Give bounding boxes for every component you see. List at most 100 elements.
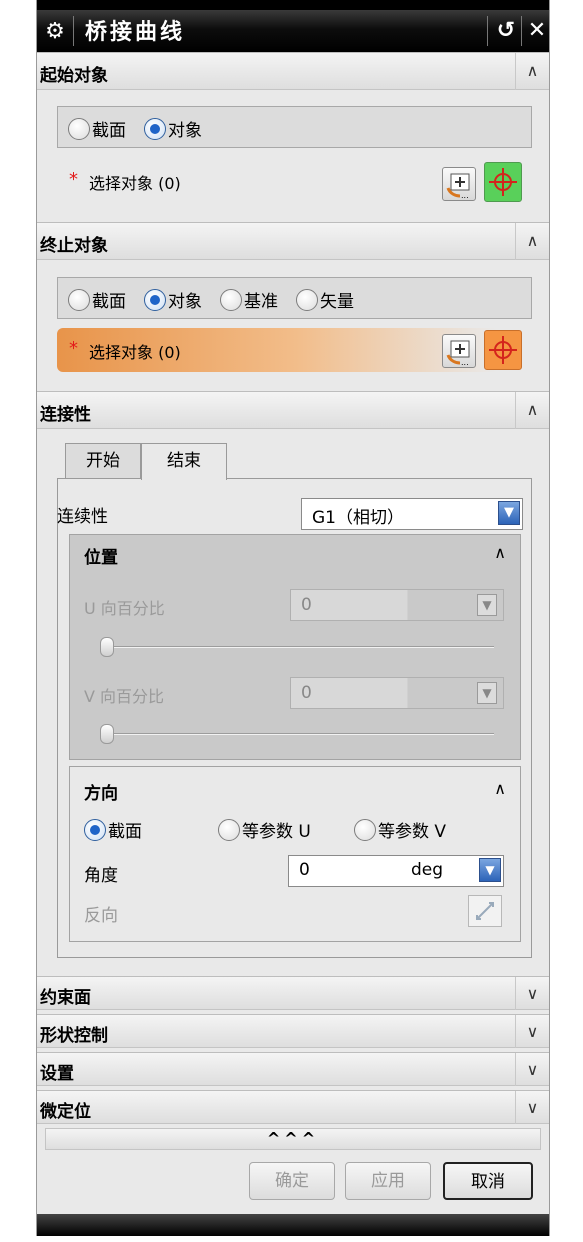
start-type-radio-group: 截面 对象 — [57, 106, 532, 148]
u-percent-field[interactable]: 0 ▼ — [290, 589, 504, 621]
point-dialog-icon[interactable]: ... — [442, 167, 476, 201]
u-percent-value: 0 — [301, 595, 312, 615]
end-select-object-row[interactable]: * 选择对象 (0) ... — [57, 328, 535, 372]
u-slider-track[interactable] — [100, 646, 494, 648]
direction-group: 方向 ∧ 截面 等参数 U 等参数 V 角度 0 deg ▼ 反向 — [69, 766, 521, 942]
radio-label: 对象 — [168, 292, 202, 312]
radio-vector[interactable]: 矢量 — [296, 287, 354, 312]
section-title: 约束面 — [40, 988, 91, 1008]
radio-off-icon — [68, 117, 90, 140]
v-percent-value: 0 — [301, 683, 312, 703]
radio-label: 截面 — [108, 822, 142, 842]
arrow-down-icon[interactable]: ▼ — [479, 858, 501, 882]
separator — [487, 16, 488, 46]
v-percent-label: V 向百分比 — [84, 687, 165, 706]
continuity-value: G1（相切） — [312, 508, 404, 528]
chevron-up-icon[interactable]: ∧ — [515, 53, 549, 90]
radio-object[interactable]: 对象 — [144, 116, 202, 141]
radio-section[interactable]: 截面 — [68, 116, 126, 141]
radio-object[interactable]: 对象 — [144, 287, 202, 312]
title-bar[interactable]: ⚙ 桥接曲线 ↺ ✕ — [37, 0, 549, 52]
select-object-label: 选择对象 (0) — [89, 174, 181, 193]
select-crosshair-icon[interactable] — [484, 162, 522, 202]
radio-off-icon — [218, 818, 240, 841]
position-group: 位置 ∧ U 向百分比 0 ▼ V 向百分比 0 ▼ — [69, 534, 521, 760]
tab-start[interactable]: 开始 — [65, 443, 141, 479]
apply-button[interactable]: 应用 — [345, 1162, 431, 1200]
radio-iso-v[interactable]: 等参数 V — [354, 817, 446, 842]
tab-end[interactable]: 结束 — [141, 443, 227, 480]
bridge-curve-dialog: ⚙ 桥接曲线 ↺ ✕ 起始对象 ∧ 截面 对象 * 选择对象 (0) ... 终… — [36, 0, 550, 1236]
section-header-shape-control[interactable]: 形状控制 ∨ — [37, 1014, 549, 1048]
u-percent-label: U 向百分比 — [84, 599, 165, 618]
ok-button[interactable]: 确定 — [249, 1162, 335, 1200]
bottom-bar — [37, 1214, 549, 1236]
more-options-toggle[interactable]: ^^^ — [45, 1128, 541, 1150]
radio-label: 等参数 V — [378, 822, 447, 842]
section-header-settings[interactable]: 设置 ∨ — [37, 1052, 549, 1086]
section-title: 设置 — [40, 1064, 74, 1084]
select-object-label: 选择对象 (0) — [89, 343, 181, 362]
radio-off-icon — [68, 288, 90, 311]
section-header-constraint-faces[interactable]: 约束面 ∨ — [37, 976, 549, 1010]
cancel-button[interactable]: 取消 — [443, 1162, 533, 1200]
radio-label: 对象 — [168, 121, 202, 141]
chevron-down-icon[interactable]: ∨ — [515, 1015, 549, 1048]
v-percent-field[interactable]: 0 ▼ — [290, 677, 504, 709]
radio-section[interactable]: 截面 — [68, 287, 126, 312]
reset-icon[interactable]: ↺ — [492, 16, 520, 46]
required-mark: * — [69, 169, 78, 190]
radio-datum[interactable]: 基准 — [220, 287, 278, 312]
section-header-fine-position[interactable]: 微定位 ∨ — [37, 1090, 549, 1124]
chevron-down-icon[interactable]: ∨ — [515, 1091, 549, 1124]
reverse-label: 反向 — [84, 906, 118, 926]
v-slider-thumb[interactable] — [100, 724, 114, 744]
continuity-label: 连续性 — [57, 507, 108, 527]
u-slider-thumb[interactable] — [100, 637, 114, 657]
svg-text:...: ... — [461, 191, 469, 200]
window-title: 桥接曲线 — [85, 19, 186, 45]
reverse-direction-icon[interactable] — [468, 895, 502, 927]
arrow-down-icon[interactable]: ▼ — [477, 682, 497, 704]
chevron-up-icon[interactable]: ∧ — [515, 392, 549, 429]
arrow-down-icon[interactable]: ▼ — [477, 594, 497, 616]
chevron-up-icon[interactable]: ∧ — [515, 223, 549, 260]
angle-field[interactable]: 0 deg ▼ — [288, 855, 504, 887]
separator — [521, 16, 522, 46]
radio-label: 等参数 U — [242, 822, 311, 842]
radio-on-icon — [84, 818, 106, 841]
radio-on-icon — [144, 288, 166, 311]
radio-on-icon — [144, 117, 166, 140]
angle-unit: deg — [411, 860, 444, 880]
radio-iso-u[interactable]: 等参数 U — [218, 817, 311, 842]
radio-off-icon — [296, 288, 318, 311]
v-slider-track[interactable] — [100, 733, 494, 735]
section-title: 终止对象 — [40, 236, 108, 256]
radio-label: 截面 — [92, 121, 126, 141]
chevron-up-icon[interactable]: ∧ — [494, 543, 506, 562]
section-title: 连接性 — [40, 405, 91, 425]
section-title: 微定位 — [40, 1102, 91, 1122]
close-icon[interactable]: ✕ — [523, 16, 551, 46]
chevron-down-icon[interactable]: ∨ — [515, 977, 549, 1010]
chevron-down-icon[interactable]: ∨ — [515, 1053, 549, 1086]
radio-off-icon — [220, 288, 242, 311]
end-type-radio-group: 截面 对象 基准 矢量 — [57, 277, 532, 319]
chevron-down-icon[interactable]: ▼ — [498, 501, 520, 525]
radio-label: 基准 — [244, 292, 278, 312]
select-crosshair-icon[interactable] — [484, 330, 522, 370]
start-select-object-row[interactable]: * 选择对象 (0) ... — [57, 159, 535, 203]
angle-label: 角度 — [84, 866, 118, 886]
continuity-dropdown[interactable]: G1（相切） ▼ — [301, 498, 523, 530]
section-title: 形状控制 — [40, 1026, 108, 1046]
gear-icon[interactable]: ⚙ — [43, 20, 67, 44]
section-header-start[interactable]: 起始对象 ∧ — [37, 52, 549, 90]
point-dialog-icon[interactable]: ... — [442, 334, 476, 368]
radio-label: 矢量 — [320, 292, 354, 312]
section-header-connectivity[interactable]: 连接性 ∧ — [37, 391, 549, 429]
chevron-up-icon[interactable]: ∧ — [494, 779, 506, 798]
group-title: 方向 — [84, 784, 118, 804]
radio-section[interactable]: 截面 — [84, 817, 142, 842]
required-mark: * — [69, 338, 78, 359]
section-header-end[interactable]: 终止对象 ∧ — [37, 222, 549, 260]
